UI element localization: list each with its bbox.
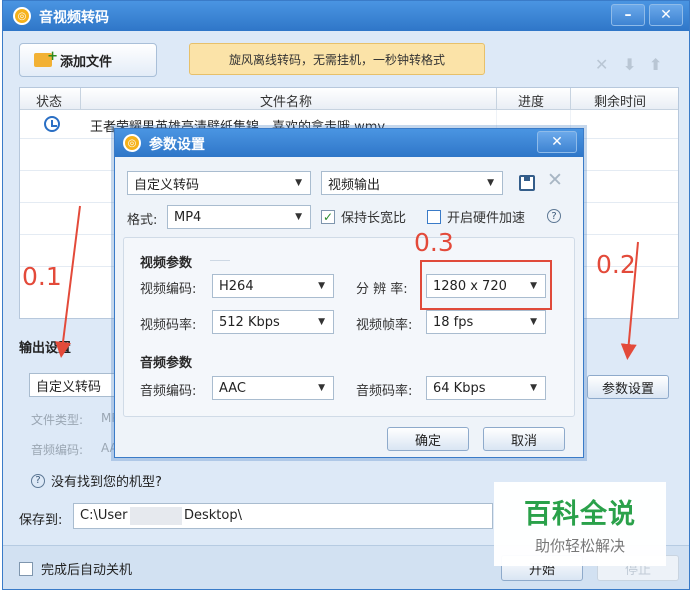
watermark-subtitle: 助你轻松解决 [534, 537, 625, 555]
annotation-label-2: 0.2 [596, 250, 636, 279]
watermark: 百科全说 助你轻松解决 [494, 482, 666, 566]
annotation-label-1: 0.1 [22, 262, 62, 291]
arrow-to-output-settings [55, 205, 81, 358]
annotation-highlight-box [420, 260, 552, 310]
watermark-title: 百科全说 [524, 499, 636, 530]
annotation-label-3: 0.3 [414, 228, 454, 257]
